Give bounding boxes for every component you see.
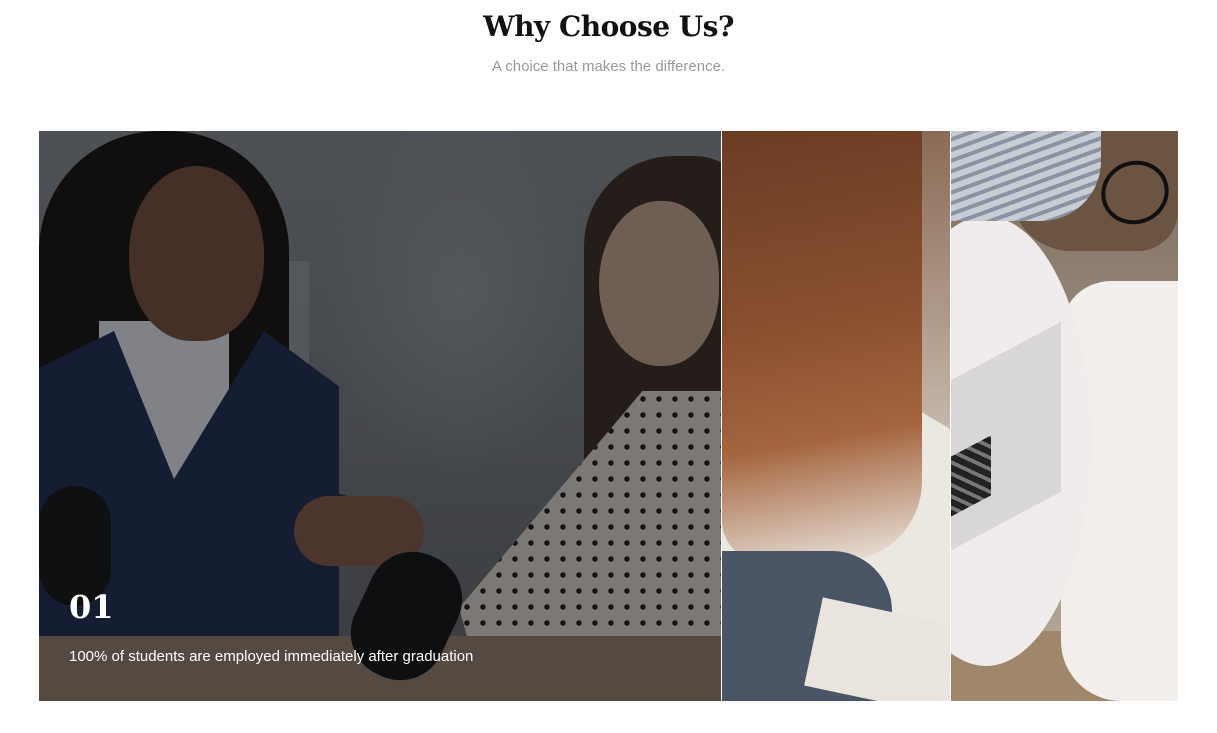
section-subtitle: A choice that makes the difference. xyxy=(491,58,726,75)
gallery-panel-3[interactable] xyxy=(951,131,1178,701)
panel-1-dark-overlay xyxy=(39,131,721,701)
why-choose-us-section: Why Choose Us? A choice that makes the d… xyxy=(0,0,1217,733)
panel-1-number: 01 xyxy=(69,588,114,626)
feature-gallery: 01 100% of students are employed immedia… xyxy=(39,131,1178,701)
section-title: Why Choose Us? xyxy=(483,10,734,43)
panel-1-caption: 100% of students are employed immediatel… xyxy=(69,648,474,665)
gallery-panel-2[interactable] xyxy=(722,131,950,701)
photo-detail xyxy=(722,131,922,561)
photo-detail xyxy=(951,131,1101,221)
gallery-panel-1[interactable]: 01 100% of students are employed immedia… xyxy=(39,131,721,701)
